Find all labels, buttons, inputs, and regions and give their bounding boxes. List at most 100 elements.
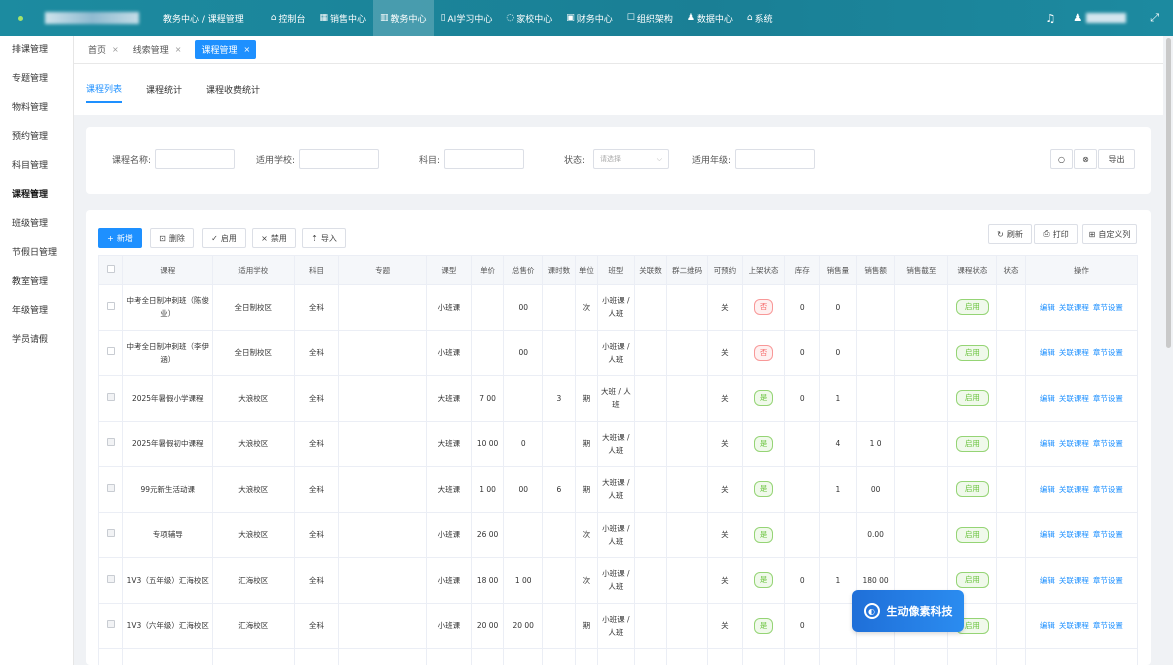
edit-link[interactable]: 编辑 bbox=[1040, 303, 1055, 312]
import-button[interactable]: ⇡ 导入 bbox=[302, 228, 346, 248]
sidebar-item-3[interactable]: 预约管理 bbox=[0, 123, 73, 152]
user-icon[interactable]: ♟ bbox=[1073, 13, 1082, 24]
status-select[interactable]: 请选择 ⌵ bbox=[593, 149, 670, 169]
edit-link[interactable]: 编辑 bbox=[1040, 348, 1055, 357]
print-button[interactable]: ⎙ 打印 bbox=[1034, 224, 1078, 244]
sidebar-item-1[interactable]: 专题管理 bbox=[0, 65, 73, 94]
sidebar-item-4[interactable]: 科目管理 bbox=[0, 152, 73, 181]
row-checkbox[interactable] bbox=[106, 347, 115, 356]
sidebar-item-7[interactable]: 节假日管理 bbox=[0, 239, 73, 268]
add-button[interactable]: + 新增 bbox=[98, 228, 142, 248]
tab-1[interactable]: 线索管理 × bbox=[133, 43, 182, 56]
related-courses-link[interactable]: 关联课程 bbox=[1059, 348, 1089, 357]
cell-price: 26 00 bbox=[470, 511, 505, 558]
sidebar-item-8[interactable]: 教室管理 bbox=[0, 268, 73, 297]
subtab-2[interactable]: 课程收费统计 bbox=[206, 77, 260, 102]
related-courses-link[interactable]: 关联课程 bbox=[1059, 576, 1089, 585]
grade-input[interactable] bbox=[735, 149, 816, 169]
close-icon[interactable]: × bbox=[175, 45, 182, 54]
nav-item-1[interactable]: ▦ 销售中心 bbox=[313, 0, 374, 36]
row-checkbox[interactable] bbox=[106, 620, 115, 629]
related-courses-link[interactable]: 关联课程 bbox=[1059, 621, 1089, 630]
course-name-input[interactable] bbox=[155, 149, 236, 169]
cell-price: 7 00 bbox=[470, 375, 505, 422]
close-icon[interactable]: × bbox=[243, 45, 250, 54]
edit-link[interactable]: 编辑 bbox=[1040, 621, 1055, 630]
edit-link[interactable]: 编辑 bbox=[1040, 530, 1055, 539]
chapter-settings-link[interactable]: 章节设置 bbox=[1093, 485, 1123, 494]
chapter-settings-link[interactable]: 章节设置 bbox=[1093, 621, 1123, 630]
page-scrollbar[interactable] bbox=[1166, 38, 1171, 348]
edit-link[interactable]: 编辑 bbox=[1040, 439, 1055, 448]
nav-item-4[interactable]: ◌ 家校中心 bbox=[499, 0, 559, 36]
table-row[interactable]: 中考全日制冲刺班（李伊涵） 全日制校区 全科 小班课 00 小班课 / 人班关否 0 0 启用编… bbox=[97, 329, 1139, 376]
nav-item-5[interactable]: ▣ 财务中心 bbox=[559, 0, 620, 36]
fullscreen-icon[interactable]: ⤢ bbox=[1150, 11, 1159, 25]
shelf-status-badge: 是 bbox=[753, 390, 774, 407]
nav-item-0[interactable]: ⌂ 控制台 bbox=[264, 0, 313, 36]
table-row[interactable]: 99元新生活动课 大浪校区 全科 大班课 1 00 00 6 期大班课 / 人班关是 1 00 启用… bbox=[97, 466, 1139, 513]
nav-item-2[interactable]: ▥ 教务中心 bbox=[373, 0, 434, 36]
delete-button[interactable]: ⊡ 删除 bbox=[150, 228, 194, 248]
tab-0[interactable]: 首页 × bbox=[88, 43, 119, 56]
row-checkbox[interactable] bbox=[106, 438, 115, 447]
refresh-button[interactable]: ↻ 刷新 bbox=[988, 224, 1032, 244]
cell-type: 小班课 bbox=[425, 511, 472, 558]
cell-ops: 编辑 关联课程 章节设置 bbox=[1024, 420, 1139, 467]
cell-shelf: 是 bbox=[741, 466, 786, 513]
nav-item-3[interactable]: ▯ AI学习中心 bbox=[434, 0, 500, 36]
subtab-0[interactable]: 课程列表 bbox=[86, 76, 123, 103]
row-checkbox[interactable] bbox=[106, 392, 115, 401]
chapter-settings-link[interactable]: 章节设置 bbox=[1093, 576, 1123, 585]
sidebar-item-10[interactable]: 学员请假 bbox=[0, 326, 73, 355]
edit-link[interactable]: 编辑 bbox=[1040, 394, 1055, 403]
cell-subject bbox=[293, 648, 340, 665]
related-courses-link[interactable]: 关联课程 bbox=[1059, 303, 1089, 312]
close-icon[interactable]: × bbox=[112, 45, 119, 54]
search-button[interactable]: ○ bbox=[1050, 149, 1073, 169]
related-courses-link[interactable]: 关联课程 bbox=[1059, 439, 1089, 448]
sidebar-item-5[interactable]: 课程管理 bbox=[0, 181, 73, 210]
cell-status: 启用 bbox=[947, 511, 998, 558]
row-checkbox[interactable] bbox=[106, 483, 115, 492]
custom-columns-button[interactable]: ⊞ 自定义列 bbox=[1082, 224, 1137, 244]
disable-button[interactable]: × 禁用 bbox=[252, 228, 296, 248]
bell-icon[interactable]: ♫ bbox=[1045, 12, 1055, 25]
tab-2[interactable]: 课程管理 × bbox=[195, 40, 257, 59]
reset-button[interactable]: ⊗ bbox=[1074, 149, 1097, 169]
nav-item-8[interactable]: ⌂ 系统 bbox=[740, 0, 780, 36]
table-row[interactable]: 1V3（五年级）汇海校区 汇海校区 全科 小班课 18 00 1 00 次小班课 / 人班 关… bbox=[97, 557, 1139, 604]
related-courses-link[interactable]: 关联课程 bbox=[1059, 530, 1089, 539]
select-all-checkbox[interactable] bbox=[106, 265, 115, 273]
edit-link[interactable]: 编辑 bbox=[1040, 485, 1055, 494]
table-row[interactable]: 专项辅导 大浪校区 全科 小班课 26 00 次小班课 / 人班 关是 0.00 启用 编辑 关联课… bbox=[97, 511, 1139, 558]
chapter-settings-link[interactable]: 章节设置 bbox=[1093, 303, 1123, 312]
table-row[interactable]: 2025年暑假小学课程 大浪校区 全科 大班课 7 00 3 期大班 / 人班 关是 0 1 启用 编… bbox=[97, 375, 1139, 422]
username-blurred[interactable] bbox=[1086, 13, 1127, 23]
nav-item-6[interactable]: ☐ 组织架构 bbox=[620, 0, 680, 36]
related-courses-link[interactable]: 关联课程 bbox=[1059, 394, 1089, 403]
enable-button[interactable]: ✓ 启用 bbox=[202, 228, 246, 248]
related-courses-link[interactable]: 关联课程 bbox=[1059, 485, 1089, 494]
nav-item-7[interactable]: ♟ 数据中心 bbox=[680, 0, 740, 36]
sidebar-item-6[interactable]: 班级管理 bbox=[0, 210, 73, 239]
export-button[interactable]: 导出 bbox=[1098, 149, 1135, 169]
table-row[interactable]: 中考全日制冲刺班（陈俊业） 全日制校区 全科 小班课 00 次小班课 / 人班关否 0 0 启用… bbox=[97, 284, 1139, 331]
subtab-1[interactable]: 课程统计 bbox=[146, 77, 182, 102]
sidebar-item-2[interactable]: 物料管理 bbox=[0, 94, 73, 123]
row-checkbox[interactable] bbox=[106, 301, 115, 310]
row-checkbox[interactable] bbox=[106, 574, 115, 583]
chapter-settings-link[interactable]: 章节设置 bbox=[1093, 439, 1123, 448]
chapter-settings-link[interactable]: 章节设置 bbox=[1093, 348, 1123, 357]
table-row[interactable]: 1V3（七年级）汇海 小班课 / bbox=[97, 648, 1139, 665]
subject-input[interactable] bbox=[444, 149, 525, 169]
chapter-settings-link[interactable]: 章节设置 bbox=[1093, 530, 1123, 539]
school-input[interactable] bbox=[299, 149, 380, 169]
table-row[interactable]: 2025年暑假初中课程 大浪校区 全科 大班课 10 00 0 期大班课 / 人班 关是 4 1 … bbox=[97, 420, 1139, 467]
table-row[interactable]: 1V3（六年级）汇海校区 汇海校区 全科 小班课 20 00 20 00 期小班课 / 人班… bbox=[97, 602, 1139, 649]
row-checkbox[interactable] bbox=[106, 529, 115, 538]
edit-link[interactable]: 编辑 bbox=[1040, 576, 1055, 585]
sidebar-item-0[interactable]: 排课管理 bbox=[0, 36, 73, 65]
sidebar-item-9[interactable]: 年级管理 bbox=[0, 297, 73, 326]
chapter-settings-link[interactable]: 章节设置 bbox=[1093, 394, 1123, 403]
